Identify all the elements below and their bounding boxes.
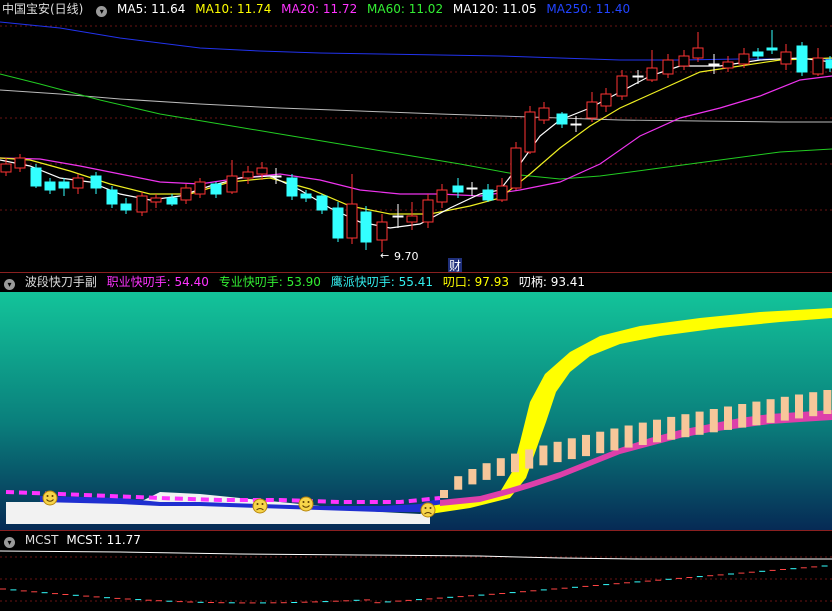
peach-bar [653,419,661,443]
mcst-panel-header: ▾ MCST MCST: 11.77 [0,531,147,549]
ma20-line [0,75,832,197]
collapse-arrow-icon[interactable]: ▾ [96,6,108,17]
mcst-chart[interactable] [0,549,832,611]
indicator-item-2: 专业快叨手: 53.90 [218,275,321,289]
peach-bar [454,476,463,490]
ma10-label: MA10: 11.74 [195,2,272,16]
peach-bar [724,406,732,430]
indicator-item-4: 叨口: 97.93 [442,275,510,289]
symbol-title[interactable]: 中国宝安(日线) [2,2,83,16]
indicator-chart[interactable] [0,292,832,530]
candles [0,30,832,252]
peach-bar [567,438,576,460]
frown-face-icon [252,498,268,514]
peach-bar [667,416,676,440]
main-panel-header: 中国宝安(日线) ▾ MA5: 11.64 MA10: 11.74 MA20: … [0,0,636,18]
svg-text:←: ← [380,249,389,262]
peach-bar [624,425,633,448]
ma20-label: MA20: 11.72 [281,2,358,16]
ma250-line [0,21,832,61]
peach-bar [681,414,690,438]
ma60-label: MA60: 11.02 [367,2,444,16]
smiley-face-icon [298,496,314,512]
ma10-line [0,57,832,215]
indicator-item-1: 职业快叨手: 54.40 [106,275,209,289]
indicator-panel-header: ▾ 波段快刀手副 职业快叨手: 54.40 专业快叨手: 53.90 鹰派快叨手… [0,273,591,291]
ma120-label: MA120: 11.05 [452,2,537,16]
peach-bar [809,392,818,417]
low-price-annotation: ← 9.70 [380,249,419,263]
ma250-label: MA250: 11.40 [546,2,631,16]
mcst-value: MCST: 11.77 [66,533,141,547]
peach-bar [539,445,548,466]
peach-bar [780,396,789,421]
collapse-arrow-icon[interactable]: ▾ [4,279,15,290]
indicator-title[interactable]: 波段快刀手副 [25,275,97,289]
peach-bar [695,411,704,435]
peach-bar [553,441,562,463]
peach-bar [752,401,761,426]
peach-bar [766,399,775,423]
mcst-line [0,550,832,560]
ma60-line [0,73,832,180]
indicator-item-3: 鹰派快叨手: 55.41 [330,275,433,289]
peach-bar [738,404,747,428]
peach-bar [496,458,505,476]
peach-bar [468,469,477,485]
collapse-arrow-icon[interactable]: ▾ [4,537,15,548]
peach-bar [709,409,718,433]
smiley-face-icon [42,490,58,506]
peach-bar [582,434,590,457]
peach-bar [511,453,519,473]
mcst-steps [0,565,828,604]
peach-bar [823,390,832,414]
main-candlestick-chart[interactable]: ← 9.70 财 [0,18,832,272]
peach-bar [482,463,491,480]
peach-bar [795,394,803,419]
low-price-value: 9.70 [394,250,419,263]
ma5-label: MA5: 11.64 [117,2,186,16]
peach-bar [610,428,619,451]
peach-bar [638,422,647,445]
frown-face-icon [420,502,436,518]
peach-bar [525,449,534,469]
indicator-item-5: 叨柄: 93.41 [518,275,586,289]
peach-bar [596,431,605,454]
mcst-title[interactable]: MCST [25,533,59,547]
finance-badge[interactable]: 财 [449,259,461,272]
ma5-line [0,57,832,229]
peach-bar [440,490,448,498]
